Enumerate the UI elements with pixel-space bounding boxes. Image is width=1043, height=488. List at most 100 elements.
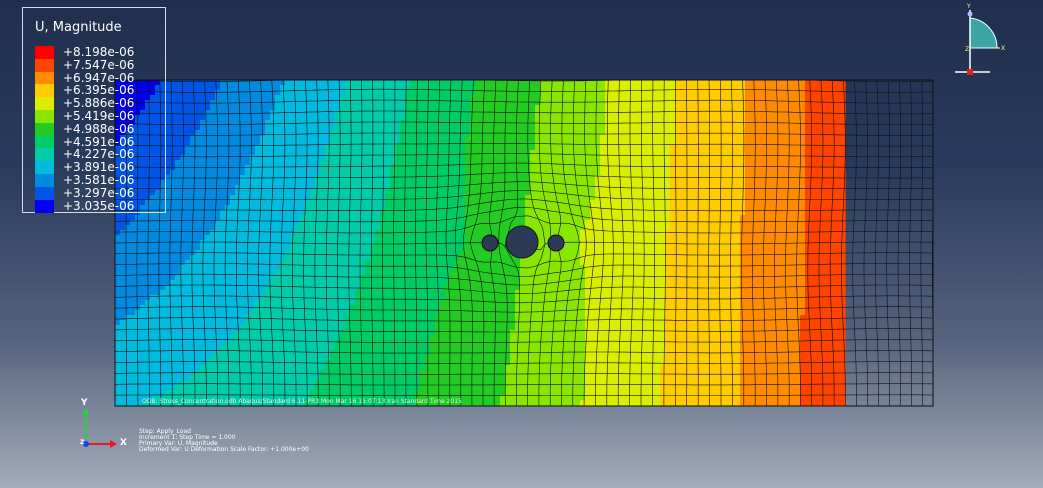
contour-cell bbox=[805, 275, 846, 281]
contour-cell bbox=[440, 310, 516, 316]
contour-cell bbox=[675, 130, 746, 136]
plate-hole bbox=[505, 225, 539, 259]
contour-cell bbox=[385, 200, 466, 206]
contour-cell bbox=[745, 180, 806, 186]
contour-cell bbox=[115, 380, 181, 386]
contour-cell bbox=[800, 315, 846, 321]
contour-cell bbox=[745, 105, 806, 111]
legend-swatch bbox=[35, 84, 54, 98]
contour-cell bbox=[540, 95, 606, 101]
contour-cell bbox=[745, 160, 806, 166]
contour-cell bbox=[805, 135, 846, 141]
odb-info-line: ODB: Stress_Concentration.odb Abaqus/Sta… bbox=[142, 398, 462, 405]
contour-cell bbox=[190, 135, 261, 141]
contour-cell bbox=[175, 385, 316, 391]
contour-cell bbox=[670, 225, 741, 231]
contour-cell bbox=[310, 190, 386, 196]
contour-cell bbox=[745, 125, 806, 131]
contour-cell bbox=[465, 215, 526, 221]
contour-cell bbox=[255, 300, 356, 306]
contour-cell bbox=[115, 385, 176, 391]
contour-cell bbox=[740, 270, 806, 276]
contour-cell bbox=[205, 110, 271, 116]
contour-cell bbox=[585, 375, 661, 381]
contour-cell bbox=[740, 365, 801, 371]
contour-cell bbox=[355, 295, 446, 301]
contour-cell bbox=[470, 95, 541, 101]
contour-cell bbox=[405, 95, 471, 101]
view-cube-z-label: Z bbox=[965, 46, 969, 53]
contour-cell bbox=[580, 235, 666, 241]
contour-cell bbox=[805, 200, 846, 206]
contour-cell bbox=[800, 320, 846, 326]
contour-cell bbox=[180, 380, 316, 386]
contour-cell bbox=[805, 95, 846, 101]
contour-cell bbox=[345, 90, 406, 96]
contour-cell bbox=[540, 90, 606, 96]
contour-cell bbox=[470, 125, 536, 131]
view-cube-widget[interactable]: Y X Z bbox=[955, 3, 1005, 75]
contour-cell bbox=[585, 300, 666, 306]
contour-cell bbox=[115, 295, 151, 301]
contour-cell bbox=[600, 160, 671, 166]
contour-cell bbox=[585, 385, 661, 391]
contour-cell bbox=[325, 155, 396, 161]
contour-cell bbox=[175, 165, 246, 171]
contour-cell bbox=[585, 370, 661, 376]
contour-cell bbox=[115, 400, 146, 406]
contour-cell bbox=[445, 285, 521, 291]
contour-cell bbox=[290, 235, 376, 241]
contour-cell bbox=[590, 200, 671, 206]
contour-cell bbox=[275, 95, 341, 101]
contour-cell bbox=[670, 180, 746, 186]
legend-swatch bbox=[35, 174, 54, 187]
contour-cell bbox=[270, 115, 336, 121]
contour-cell bbox=[740, 220, 806, 226]
contour-cell bbox=[170, 170, 246, 176]
contour-cell bbox=[380, 225, 466, 231]
contour-cell bbox=[660, 365, 741, 371]
view-cube-y-label: Y bbox=[966, 3, 971, 10]
contour-cell bbox=[740, 385, 801, 391]
contour-cell bbox=[805, 160, 846, 166]
triad-z-label: Z bbox=[80, 439, 85, 446]
contour-cell bbox=[215, 90, 281, 96]
plate-hole bbox=[481, 234, 499, 252]
contour-cell bbox=[235, 185, 316, 191]
legend-title: U, Magnitude bbox=[35, 20, 122, 35]
contour-cell bbox=[190, 375, 321, 381]
legend-swatch bbox=[35, 97, 54, 111]
contour-cell bbox=[665, 325, 741, 331]
contour-cell bbox=[300, 215, 381, 221]
contour-cell bbox=[585, 390, 661, 396]
model-viewport[interactable]: Y X Z U, Magnitude +8.198e-06 +7.547e-06 +… bbox=[0, 0, 1043, 488]
contour-cell bbox=[740, 395, 801, 401]
contour-cell bbox=[665, 310, 741, 316]
contour-cell bbox=[740, 355, 801, 361]
contour-cell bbox=[305, 200, 386, 206]
contour-cell bbox=[745, 165, 806, 171]
contour-cell bbox=[670, 200, 746, 206]
mesh-column-line bbox=[897, 81, 901, 406]
contour-cell bbox=[530, 190, 596, 196]
contour-cell bbox=[740, 325, 801, 331]
contour-cell bbox=[220, 210, 306, 216]
contour-cell bbox=[255, 150, 326, 156]
contour-cell bbox=[595, 175, 671, 181]
contour-cell bbox=[260, 135, 331, 141]
contour-cell bbox=[670, 220, 741, 226]
contour-cell bbox=[805, 235, 846, 241]
legend-swatch bbox=[35, 186, 54, 200]
contour-cell bbox=[805, 230, 846, 236]
contour-cell bbox=[115, 320, 121, 326]
contour-cell bbox=[300, 220, 381, 226]
contour-cell bbox=[675, 120, 746, 126]
contour-cell bbox=[670, 190, 746, 196]
coordinate-triad bbox=[82, 408, 117, 448]
contour-cell bbox=[800, 335, 846, 341]
contour-cell bbox=[315, 385, 421, 391]
contour-cell bbox=[185, 260, 281, 266]
contour-cell bbox=[365, 265, 456, 271]
contour-cell bbox=[805, 250, 846, 256]
contour-cell bbox=[660, 390, 741, 396]
